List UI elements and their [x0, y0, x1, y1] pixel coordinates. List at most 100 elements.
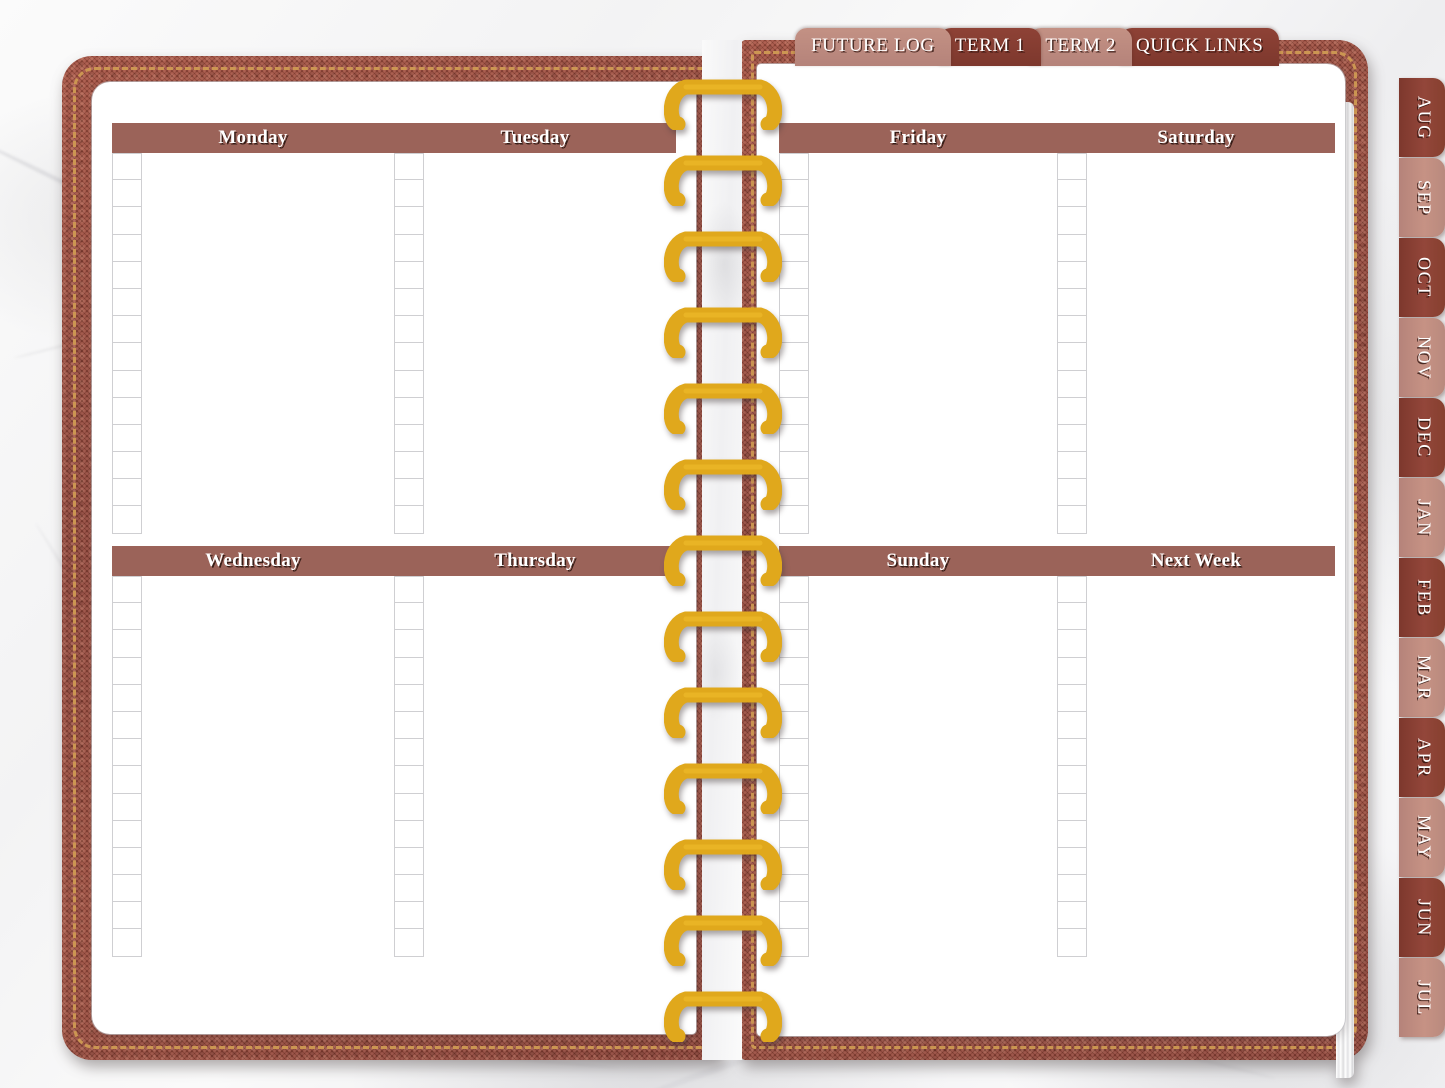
checkbox-cell[interactable] — [112, 630, 142, 658]
checkbox-cell[interactable] — [394, 793, 424, 821]
task-write-area[interactable] — [424, 739, 676, 766]
task-write-area[interactable] — [424, 630, 676, 657]
task-write-area[interactable] — [424, 506, 676, 533]
task-write-area[interactable] — [142, 452, 394, 479]
task-row[interactable] — [779, 234, 1057, 262]
task-row[interactable] — [394, 630, 676, 658]
task-row[interactable] — [394, 452, 676, 480]
checkbox-cell[interactable] — [112, 766, 142, 794]
task-write-area[interactable] — [142, 875, 394, 902]
task-write-area[interactable] — [1087, 506, 1335, 533]
task-write-area[interactable] — [1087, 235, 1335, 262]
task-write-area[interactable] — [424, 603, 676, 630]
task-row[interactable] — [112, 424, 394, 453]
task-row[interactable] — [112, 397, 394, 425]
checkbox-cell[interactable] — [394, 452, 424, 480]
task-row[interactable] — [779, 929, 1057, 957]
task-write-area[interactable] — [1087, 153, 1335, 180]
task-row[interactable] — [394, 180, 676, 208]
task-row[interactable] — [112, 452, 394, 480]
task-write-area[interactable] — [809, 316, 1057, 343]
task-row[interactable] — [1057, 261, 1335, 289]
task-write-area[interactable] — [809, 289, 1057, 316]
task-write-area[interactable] — [809, 658, 1057, 685]
task-row[interactable] — [1057, 180, 1335, 208]
task-row[interactable] — [394, 343, 676, 371]
task-write-area[interactable] — [142, 425, 394, 452]
checkbox-cell[interactable] — [1057, 316, 1087, 344]
task-write-area[interactable] — [142, 576, 394, 603]
task-row[interactable] — [112, 739, 394, 767]
task-row[interactable] — [779, 261, 1057, 289]
checkbox-cell[interactable] — [394, 424, 424, 453]
checkbox-cell[interactable] — [112, 657, 142, 685]
task-write-area[interactable] — [424, 821, 676, 848]
task-write-area[interactable] — [424, 712, 676, 739]
task-write-area[interactable] — [809, 712, 1057, 739]
checkbox-cell[interactable] — [394, 711, 424, 740]
checkbox-cell[interactable] — [394, 153, 424, 181]
checkbox-cell[interactable] — [112, 452, 142, 480]
checkbox-cell[interactable] — [394, 684, 424, 712]
task-write-area[interactable] — [809, 794, 1057, 821]
task-write-area[interactable] — [1087, 902, 1335, 929]
task-row[interactable] — [112, 288, 394, 317]
task-write-area[interactable] — [809, 343, 1057, 370]
task-write-area[interactable] — [1087, 316, 1335, 343]
checkbox-cell[interactable] — [112, 261, 142, 289]
task-write-area[interactable] — [1087, 343, 1335, 370]
checkbox-cell[interactable] — [394, 180, 424, 208]
task-write-area[interactable] — [142, 316, 394, 343]
task-row[interactable] — [112, 370, 394, 398]
task-row[interactable] — [779, 820, 1057, 848]
task-write-area[interactable] — [809, 153, 1057, 180]
task-row[interactable] — [1057, 630, 1335, 658]
checkbox-cell[interactable] — [112, 711, 142, 740]
month-tab-jun[interactable]: JUN — [1399, 878, 1445, 957]
task-write-area[interactable] — [424, 398, 676, 425]
task-row[interactable] — [112, 847, 394, 876]
task-row[interactable] — [779, 603, 1057, 631]
task-row[interactable] — [112, 929, 394, 957]
task-row[interactable] — [779, 207, 1057, 235]
task-row[interactable] — [394, 739, 676, 767]
task-row[interactable] — [1057, 657, 1335, 685]
task-row[interactable] — [394, 234, 676, 262]
task-row[interactable] — [112, 684, 394, 712]
task-write-area[interactable] — [424, 235, 676, 262]
task-row[interactable] — [779, 343, 1057, 371]
checkbox-cell[interactable] — [112, 234, 142, 262]
checkbox-cell[interactable] — [1057, 397, 1087, 425]
task-write-area[interactable] — [1087, 821, 1335, 848]
task-row[interactable] — [394, 397, 676, 425]
task-write-area[interactable] — [424, 425, 676, 452]
task-write-area[interactable] — [809, 180, 1057, 207]
task-row[interactable] — [394, 288, 676, 317]
task-row[interactable] — [1057, 370, 1335, 398]
task-write-area[interactable] — [142, 712, 394, 739]
task-row[interactable] — [1057, 506, 1335, 534]
month-tab-feb[interactable]: FEB — [1399, 558, 1445, 637]
task-write-area[interactable] — [142, 658, 394, 685]
task-row[interactable] — [1057, 711, 1335, 740]
task-write-area[interactable] — [424, 875, 676, 902]
task-row[interactable] — [1057, 234, 1335, 262]
task-row[interactable] — [1057, 153, 1335, 181]
month-tab-mar[interactable]: MAR — [1399, 638, 1445, 717]
checkbox-cell[interactable] — [112, 506, 142, 534]
task-write-area[interactable] — [1087, 875, 1335, 902]
task-write-area[interactable] — [424, 848, 676, 875]
month-tab-aug[interactable]: AUG — [1399, 78, 1445, 157]
top-tab-quick-links[interactable]: QUICK LINKS — [1119, 28, 1280, 66]
task-write-area[interactable] — [142, 506, 394, 533]
task-row[interactable] — [779, 711, 1057, 740]
checkbox-cell[interactable] — [394, 603, 424, 631]
checkbox-cell[interactable] — [112, 603, 142, 631]
checkbox-cell[interactable] — [1057, 288, 1087, 317]
task-write-area[interactable] — [424, 685, 676, 712]
task-row[interactable] — [779, 479, 1057, 507]
checkbox-cell[interactable] — [112, 397, 142, 425]
task-row[interactable] — [394, 506, 676, 534]
task-row[interactable] — [779, 902, 1057, 930]
task-write-area[interactable] — [424, 794, 676, 821]
